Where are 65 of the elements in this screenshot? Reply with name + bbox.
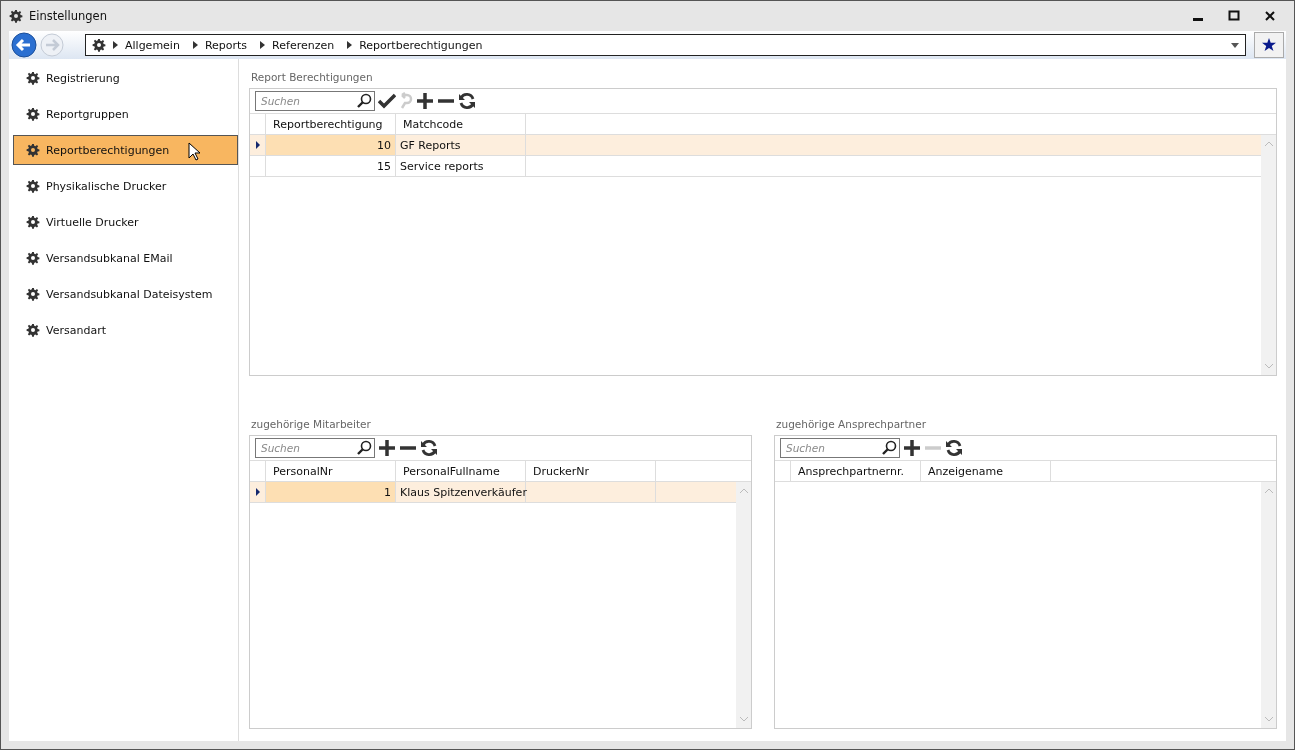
sidebar-item[interactable]: Versandsubkanal Dateisystem (13, 279, 238, 309)
caret-icon (260, 41, 266, 49)
gear-icon (92, 38, 106, 52)
column-header[interactable]: DruckerNr (526, 461, 656, 481)
checkmark-icon[interactable] (378, 92, 396, 110)
gear-icon (26, 215, 40, 229)
refresh-icon[interactable] (458, 92, 476, 110)
row-pointer-icon (255, 141, 260, 149)
breadcrumb-item[interactable]: Reports (204, 38, 248, 52)
gear-icon (26, 179, 40, 193)
table-cell: Klaus Spitzenverkäufer (396, 482, 526, 502)
column-header[interactable]: Anzeigename (921, 461, 1051, 481)
table-cell: 10 (266, 135, 396, 155)
breadcrumb-item[interactable]: Referenzen (272, 38, 335, 52)
search-field[interactable]: Suchen (255, 438, 375, 458)
plus-icon[interactable] (903, 439, 921, 457)
panel-title: zugehörige Mitarbeiter (250, 417, 372, 432)
cursor-icon (188, 142, 201, 161)
close-icon[interactable] (1264, 10, 1276, 22)
table-cell: Service reports (396, 156, 526, 176)
column-header[interactable]: Ansprechpartnernr. (791, 461, 921, 481)
gear-icon (26, 143, 40, 157)
star-icon (1262, 38, 1276, 52)
gear-icon (26, 287, 40, 301)
table-cell: 1 (266, 482, 396, 502)
table-cell: GF Reports (396, 135, 526, 155)
caret-icon (192, 41, 198, 49)
sidebar-item[interactable]: Registrierung (13, 63, 238, 93)
dropdown-arrow-icon[interactable] (1231, 42, 1239, 48)
sidebar-item[interactable]: Versandart (13, 315, 238, 345)
column-header[interactable]: Reportberechtigung (266, 114, 396, 134)
search-icon[interactable] (882, 440, 897, 455)
gear-icon (26, 107, 40, 121)
gear-icon (9, 9, 23, 23)
gear-icon (26, 323, 40, 337)
window-title: Einstellungen (29, 9, 107, 23)
plus-icon[interactable] (378, 439, 396, 457)
search-icon[interactable] (357, 93, 372, 108)
sidebar-item[interactable]: Physikalische Drucker (13, 171, 238, 201)
column-header[interactable]: Matchcode (396, 114, 526, 134)
refresh-icon[interactable] (945, 439, 963, 457)
refresh-icon[interactable] (420, 439, 438, 457)
sidebar-item[interactable]: Reportberechtigungen (13, 135, 238, 165)
sidebar-item[interactable]: Virtuelle Drucker (13, 207, 238, 237)
search-field[interactable]: Suchen (780, 438, 900, 458)
column-header[interactable]: PersonalNr (266, 461, 396, 481)
breadcrumb-item[interactable]: Allgemein (125, 38, 180, 52)
favorite-button[interactable] (1254, 32, 1284, 58)
breadcrumb-bar[interactable]: Allgemein Reports Referenzen Reportberechtigungen (85, 34, 1246, 56)
sidebar-item[interactable]: Reportgruppen (13, 99, 238, 129)
table-cell: 15 (266, 156, 396, 176)
plus-icon[interactable] (416, 92, 434, 110)
caret-icon (347, 41, 353, 49)
gear-icon (26, 251, 40, 265)
column-header[interactable]: PersonalFullname (396, 461, 526, 481)
gear-icon (26, 71, 40, 85)
panel-title: zugehörige Ansprechpartner (775, 417, 927, 432)
breadcrumb-item[interactable]: Reportberechtigungen (359, 38, 483, 52)
panel-title: Report Berechtigungen (250, 70, 374, 85)
row-pointer-icon (255, 488, 260, 496)
maximize-icon[interactable] (1228, 10, 1240, 22)
caret-icon (113, 41, 118, 49)
search-field[interactable]: Suchen (255, 91, 375, 111)
sidebar-item[interactable]: Versandsubkanal EMail (13, 243, 238, 273)
search-icon[interactable] (357, 440, 372, 455)
